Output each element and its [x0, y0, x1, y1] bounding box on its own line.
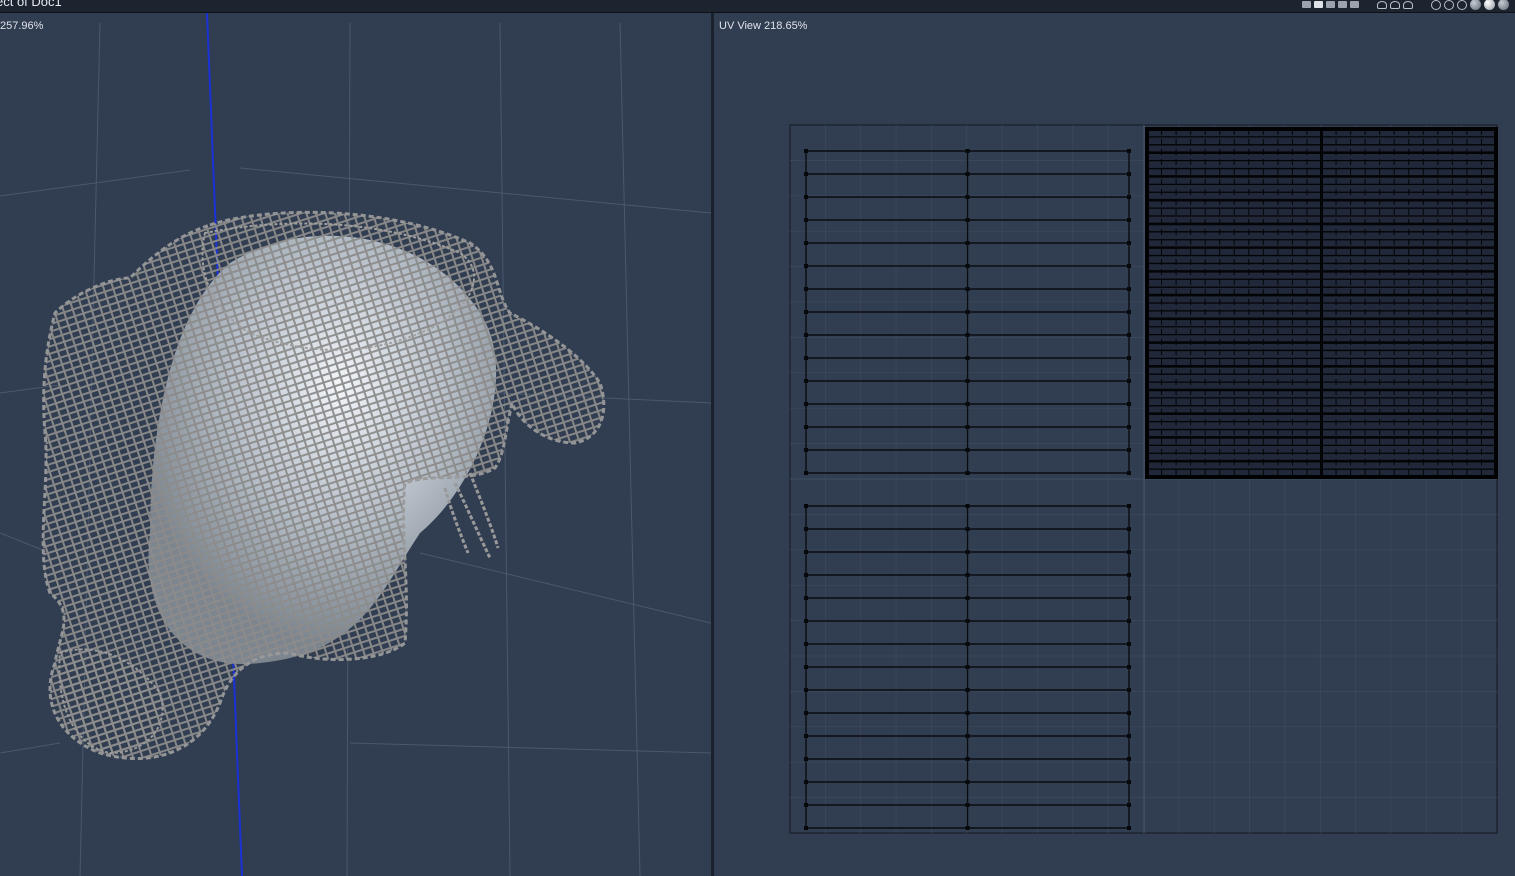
- wireframe-mode-icon[interactable]: [1377, 0, 1387, 9]
- uv-view-label: UV View 218.65%: [719, 20, 808, 32]
- viewport-toolbar: [1302, 0, 1509, 10]
- layout-split-icon[interactable]: [1314, 1, 1323, 8]
- viewport-zoom-label: 257.96%: [0, 20, 44, 32]
- document-title: ect of Doc1: [0, 0, 62, 9]
- material-ball-icon[interactable]: [1484, 0, 1495, 10]
- render-ball-icon[interactable]: [1498, 0, 1509, 10]
- layout-quad-icon[interactable]: [1326, 1, 1335, 8]
- layout-single-icon[interactable]: [1302, 1, 1311, 8]
- layout-triple-icon[interactable]: [1338, 1, 1347, 8]
- perspective-viewport[interactable]: 257.96%: [0, 13, 711, 876]
- textured-mode-icon[interactable]: [1403, 0, 1413, 9]
- uv-island-top-left: [804, 149, 1131, 475]
- uv-viewport[interactable]: UV View 218.65%: [714, 13, 1515, 876]
- uv-island-top-right: [1145, 127, 1498, 479]
- hair-mesh-model: [41, 210, 606, 761]
- uv-view-canvas[interactable]: [714, 13, 1515, 876]
- shaded-mode-icon[interactable]: [1390, 0, 1400, 9]
- scale-tool-icon[interactable]: [1457, 0, 1467, 10]
- layout-wide-icon[interactable]: [1350, 1, 1359, 8]
- light-ball-icon[interactable]: [1470, 0, 1481, 10]
- rotate-tool-icon[interactable]: [1444, 0, 1454, 10]
- viewport-3d-canvas[interactable]: [0, 13, 711, 876]
- uv-island-bottom-left: [804, 504, 1131, 830]
- title-bar: ect of Doc1: [0, 0, 1515, 13]
- move-tool-icon[interactable]: [1431, 0, 1441, 10]
